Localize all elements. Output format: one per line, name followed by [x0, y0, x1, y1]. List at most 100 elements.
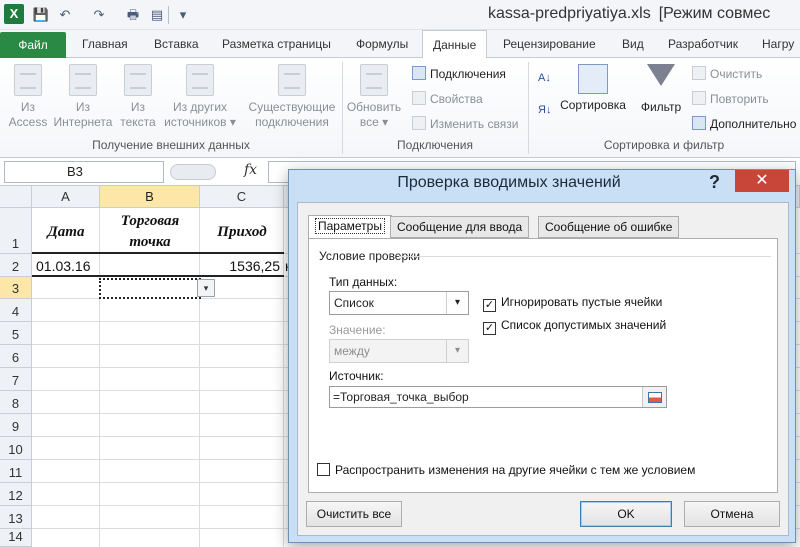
- row-header[interactable]: 6: [0, 345, 32, 368]
- text-file-icon: [124, 64, 152, 96]
- sort-az-button[interactable]: А↓: [538, 72, 551, 84]
- clear-all-button[interactable]: Очистить все: [306, 501, 402, 527]
- window-title-mode: [Режим совмес: [658, 5, 771, 22]
- help-icon[interactable]: ?: [709, 172, 720, 193]
- cell-b1-line1[interactable]: Торговая: [100, 213, 200, 230]
- tab-review[interactable]: Рецензирование: [503, 30, 596, 58]
- from-access-button[interactable]: Из Access: [6, 64, 50, 130]
- connections-button[interactable]: Подключения: [412, 66, 506, 81]
- row-header[interactable]: 10: [0, 437, 32, 460]
- row-header-label: 1: [11, 236, 20, 251]
- sort-button[interactable]: Сортировка: [558, 64, 628, 113]
- tab-home[interactable]: Главная: [82, 30, 128, 58]
- row-header[interactable]: 2: [0, 254, 32, 277]
- row-header[interactable]: 7: [0, 368, 32, 391]
- clear-filter-button[interactable]: Очистить: [692, 66, 762, 81]
- tab-error-alert[interactable]: Сообщение об ошибке: [538, 216, 680, 238]
- advanced-filter-button[interactable]: Дополнительно: [692, 116, 796, 131]
- tab-developer[interactable]: Разработчик: [668, 30, 738, 58]
- column-header-a[interactable]: A: [32, 186, 100, 208]
- row-header[interactable]: 14: [0, 529, 32, 547]
- row-header[interactable]: 11: [0, 460, 32, 483]
- source-input[interactable]: =Торговая_точка_выбор: [329, 386, 667, 408]
- cell-dropdown-arrow[interactable]: ▾: [197, 279, 215, 297]
- existing-connections-button[interactable]: Существующие подключения: [244, 64, 340, 130]
- close-icon[interactable]: ✕: [735, 170, 789, 192]
- tab-insert[interactable]: Вставка: [154, 30, 199, 58]
- tab-view[interactable]: Вид: [622, 30, 644, 58]
- insert-function-icon[interactable]: fx: [244, 162, 257, 178]
- properties-button[interactable]: Свойства: [412, 91, 483, 106]
- existing-connections-label-1: Существующие: [248, 100, 336, 114]
- existing-connections-icon: [278, 64, 306, 96]
- tab-formulas[interactable]: Формулы: [356, 30, 408, 58]
- print-icon[interactable]: 🖶: [124, 6, 142, 24]
- data-type-select[interactable]: Список ▾: [329, 291, 469, 315]
- from-text-button[interactable]: Из текста: [116, 64, 160, 130]
- edit-links-button[interactable]: Изменить связи: [412, 116, 518, 131]
- row-header[interactable]: 1: [0, 208, 32, 254]
- select-all-corner[interactable]: [0, 186, 32, 208]
- refresh-icon: [360, 64, 388, 96]
- customize-quick-access-icon[interactable]: ▾: [174, 6, 192, 24]
- excel-icon[interactable]: X: [4, 4, 24, 24]
- tab-addins[interactable]: Нагру: [762, 30, 794, 58]
- redo-icon[interactable]: ↷: [90, 6, 108, 24]
- ignore-blank-label: Игнорировать пустые ячейки: [501, 295, 663, 309]
- settings-panel: Условие проверки Тип данных: Список ▾ Зн…: [308, 238, 778, 493]
- column-header-c[interactable]: C: [200, 186, 284, 208]
- print-preview-icon[interactable]: ▤: [148, 6, 166, 24]
- reapply-button[interactable]: Повторить: [692, 91, 769, 106]
- advanced-filter-label: Дополнительно: [710, 117, 797, 131]
- ignore-blank-checkbox[interactable]: ✓ Игнорировать пустые ячейки: [483, 295, 662, 312]
- ok-button[interactable]: OK: [580, 501, 672, 527]
- row-header[interactable]: 5: [0, 322, 32, 345]
- cell-a1[interactable]: Дата: [32, 224, 100, 241]
- row-header[interactable]: 13: [0, 506, 32, 529]
- range-select-icon[interactable]: [642, 387, 666, 407]
- name-box[interactable]: B3: [4, 161, 164, 183]
- group-label-sort-filter: Сортировка и фильтр: [603, 138, 725, 152]
- cell-c1[interactable]: Приход: [200, 224, 284, 241]
- active-cell-b3[interactable]: [99, 278, 201, 299]
- tab-settings[interactable]: Параметры: [308, 215, 392, 239]
- row-header-label: 4: [11, 304, 20, 319]
- tab-file[interactable]: Файл: [0, 32, 66, 58]
- tab-data[interactable]: Данные: [422, 30, 488, 59]
- cancel-button[interactable]: Отмена: [684, 501, 780, 527]
- in-cell-dropdown-checkbox[interactable]: ✓ Список допустимых значений: [483, 318, 666, 335]
- ribbon-tabs: Файл Главная Вставка Разметка страницы Ф…: [0, 30, 800, 59]
- connections-label: Подключения: [430, 67, 506, 81]
- existing-connections-label-2: подключения: [255, 115, 329, 129]
- data-type-label: Тип данных:: [329, 275, 398, 289]
- refresh-all-button[interactable]: Обновить все ▾: [346, 64, 402, 130]
- apply-to-all-checkbox[interactable]: Распространить изменения на другие ячейк…: [317, 463, 695, 477]
- row-header-label: 3: [11, 281, 20, 296]
- filter-button[interactable]: Фильтр: [636, 64, 686, 115]
- cell-a2[interactable]: 01.03.16: [36, 258, 91, 274]
- group-label-connections: Подключения: [397, 138, 473, 152]
- row-header[interactable]: 8: [0, 391, 32, 414]
- tab-input-message[interactable]: Сообщение для ввода: [390, 216, 530, 238]
- cell-b1-line2[interactable]: точка: [100, 234, 200, 251]
- row-header[interactable]: 4: [0, 299, 32, 322]
- row-header[interactable]: 3: [0, 277, 32, 299]
- row-header[interactable]: 9: [0, 414, 32, 437]
- from-web-button[interactable]: Из Интернета: [52, 64, 114, 130]
- chevron-down-icon: ▾: [446, 340, 468, 362]
- from-other-sources-button[interactable]: Из других источников ▾: [160, 64, 240, 130]
- name-box-dropdown[interactable]: [170, 164, 216, 180]
- cell-c2[interactable]: 1536,25: [200, 258, 280, 274]
- undo-icon[interactable]: ↶: [56, 6, 74, 24]
- row-header[interactable]: 12: [0, 483, 32, 506]
- sort-za-button[interactable]: Я↓: [538, 104, 551, 116]
- dialog-title: Проверка вводимых значений: [397, 174, 621, 191]
- column-header-b[interactable]: B: [100, 186, 200, 208]
- value-operator-select[interactable]: между ▾: [329, 339, 469, 363]
- connections-icon: [412, 66, 426, 80]
- table-border: [32, 275, 284, 277]
- tab-page-layout[interactable]: Разметка страницы: [222, 30, 331, 58]
- value-operator-value: между: [334, 344, 370, 358]
- from-web-label-2: Интернета: [53, 115, 113, 129]
- save-icon[interactable]: 💾: [32, 6, 50, 24]
